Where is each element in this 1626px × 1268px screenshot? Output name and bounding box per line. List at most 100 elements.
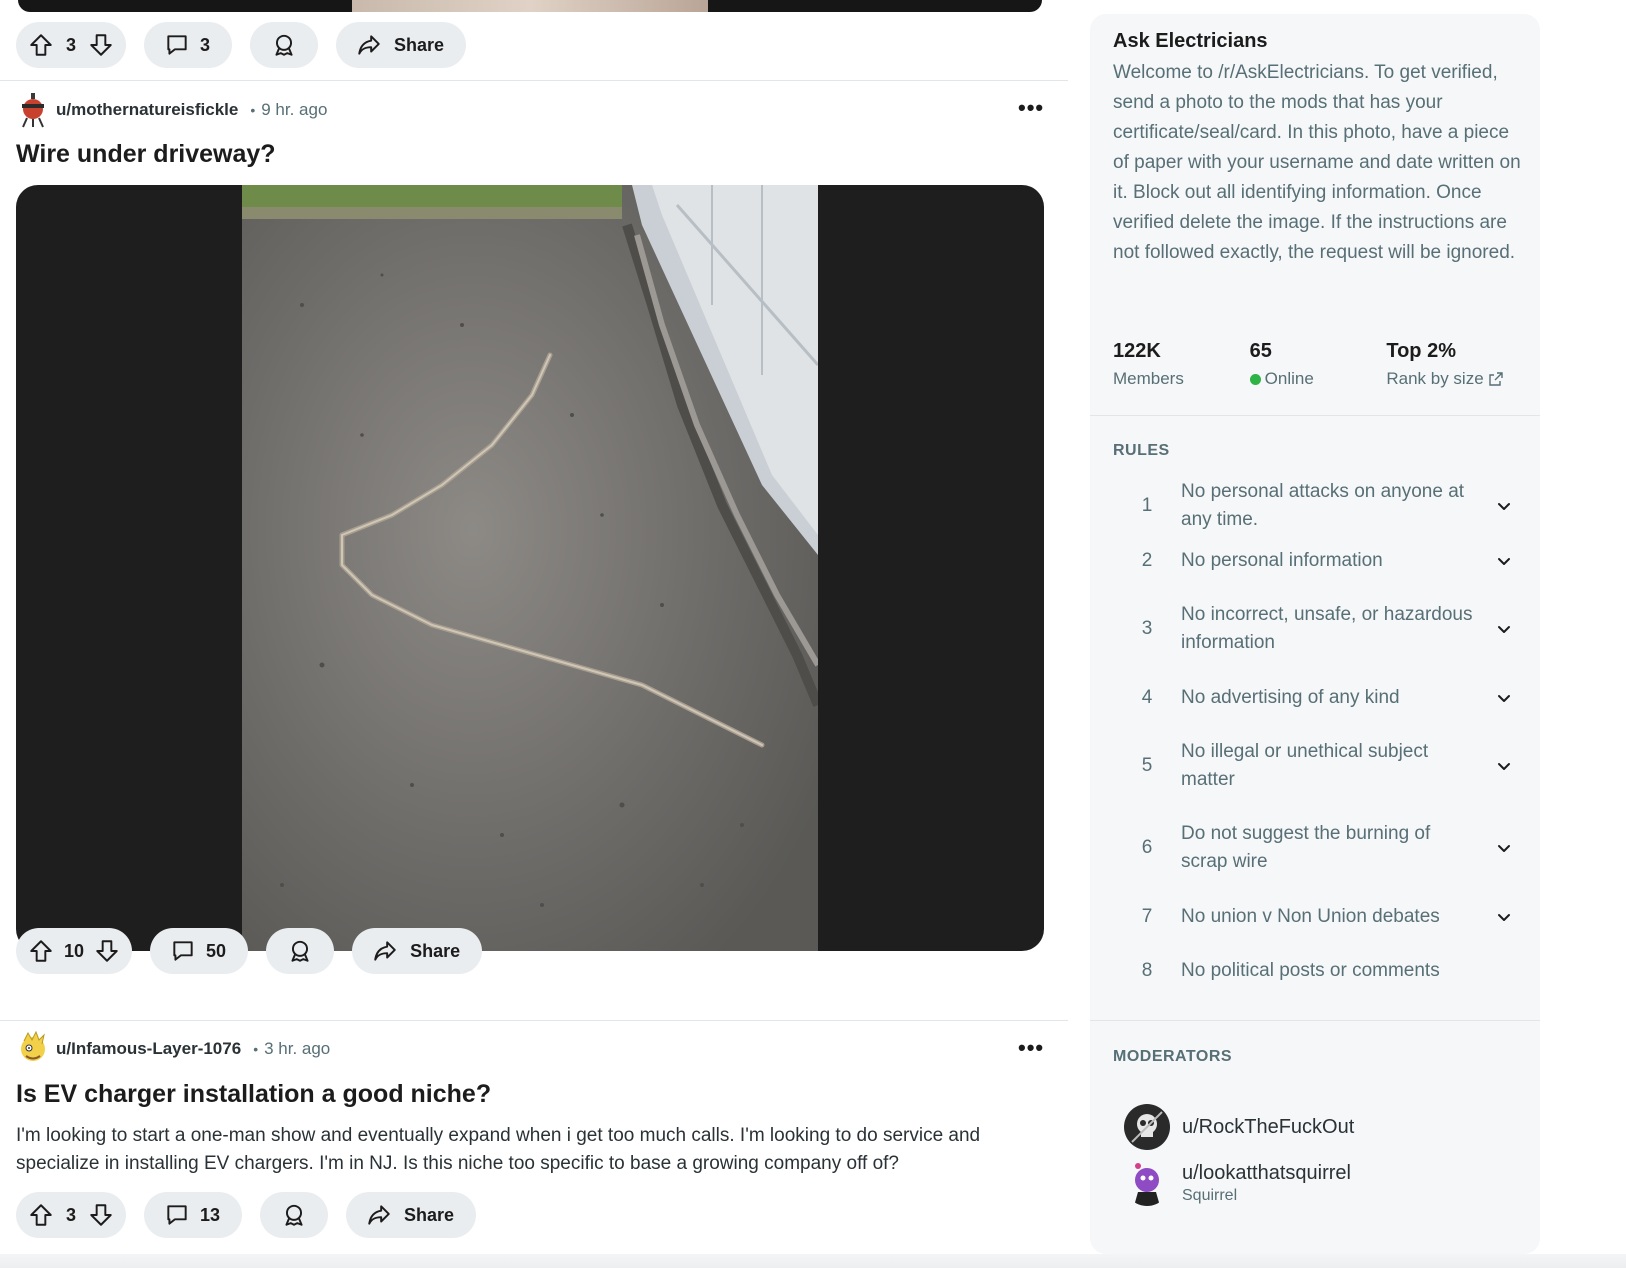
award-button[interactable] (260, 1192, 329, 1238)
members-label: Members (1113, 369, 1184, 388)
downvote-icon[interactable] (88, 32, 114, 58)
community-sidebar: Ask Electricians Welcome to /r/AskElectr… (1090, 14, 1540, 1254)
rank-value: Top 2% (1386, 340, 1456, 362)
chevron-down-icon[interactable] (1489, 546, 1519, 576)
rule-item[interactable]: 6 Do not suggest the burning of scrap wi… (1113, 820, 1523, 876)
upvote-icon[interactable] (28, 938, 54, 964)
members-count: 122K (1113, 340, 1161, 362)
share-icon (372, 938, 398, 964)
meta-separator: • (250, 102, 256, 118)
vote-count: 3 (65, 1204, 76, 1225)
rule-text: Do not suggest the burning of scrap wire (1181, 823, 1431, 872)
share-label: Share (394, 34, 445, 55)
post-author[interactable]: u/mothernatureisfickle (56, 100, 238, 120)
post-divider (0, 80, 1068, 81)
post-body[interactable]: I'm looking to start a one-man show and … (16, 1122, 1046, 1178)
online-indicator-icon (1249, 373, 1261, 385)
comment-count: 13 (200, 1204, 221, 1225)
vote-count: 10 (64, 940, 85, 961)
rule-item[interactable]: 1 No personal attacks on anyone at any t… (1113, 478, 1523, 534)
online-count: 65 (1249, 340, 1272, 362)
chevron-down-icon[interactable] (1489, 491, 1519, 521)
rule-item[interactable]: 7 No union v Non Union debates (1113, 902, 1523, 932)
award-button[interactable] (250, 22, 319, 68)
rule-item[interactable]: 4 No advertising of any kind (1113, 683, 1523, 713)
rule-number: 5 (1141, 755, 1153, 776)
squirrel-avatar-icon (1134, 1163, 1160, 1206)
moderator-name[interactable]: u/RockTheFuckOut (1182, 1116, 1354, 1139)
rule-item[interactable]: 3 No incorrect, unsafe, or hazardous inf… (1113, 601, 1523, 657)
post-time: 9 hr. ago (261, 100, 328, 119)
post-time: 3 hr. ago (264, 1039, 331, 1058)
comment-icon (170, 938, 196, 964)
downvote-icon[interactable] (88, 1202, 114, 1228)
rule-text: No political posts or comments (1181, 960, 1440, 981)
community-title: Ask Electricians (1113, 30, 1268, 52)
comment-icon (164, 32, 190, 58)
upvote-icon[interactable] (28, 1202, 54, 1228)
sidebar-divider (1090, 415, 1540, 416)
previous-post-media[interactable] (18, 0, 1042, 12)
rule-text: No incorrect, unsafe, or hazardous infor… (1181, 604, 1473, 653)
post-meta: u/mothernatureisfickle • 9 hr. ago (18, 92, 327, 128)
rule-number: 4 (1141, 687, 1153, 708)
more-options-icon[interactable]: ••• (1018, 97, 1044, 119)
comments-button[interactable]: 13 (144, 1192, 243, 1238)
share-icon (366, 1202, 392, 1228)
rule-item[interactable]: 8 No political posts or comments (1113, 957, 1523, 985)
moderator-avatar (1124, 1160, 1170, 1206)
character-avatar-icon (21, 1030, 45, 1061)
rule-text: No illegal or unethical subject matter (1181, 741, 1429, 790)
rule-text: No union v Non Union debates (1181, 906, 1440, 927)
vote-count: 3 (65, 34, 76, 55)
bbq-avatar-icon (22, 93, 44, 128)
community-stats: 122K Members 65 Online Top 2% Rank by si… (1113, 340, 1523, 389)
more-options-icon[interactable]: ••• (1018, 1037, 1044, 1059)
moderators-heading: MODERATORS (1113, 1048, 1233, 1065)
comments-button[interactable]: 3 (144, 22, 233, 68)
rule-text: No advertising of any kind (1181, 687, 1400, 708)
rank-stat[interactable]: Top 2% Rank by size (1386, 340, 1523, 389)
share-label: Share (410, 940, 461, 961)
chevron-down-icon[interactable] (1489, 833, 1519, 863)
chevron-down-icon[interactable] (1489, 683, 1519, 713)
rule-item[interactable]: 5 No illegal or unethical subject matter (1113, 738, 1523, 794)
author-avatar[interactable] (18, 1030, 48, 1067)
author-avatar[interactable] (18, 92, 48, 128)
community-description: Welcome to /r/AskElectricians. To get ve… (1113, 62, 1521, 263)
award-button[interactable] (266, 928, 335, 974)
feed: 3 3 Share u/mothernatureisfickle • 9 hr.… (0, 0, 1068, 1268)
post-action-bar: 3 13 Share (16, 1192, 477, 1238)
moderator-item[interactable]: u/lookatthatsquirrel Squirrel (1124, 1160, 1351, 1206)
award-icon (287, 938, 313, 964)
moderator-name[interactable]: u/lookatthatsquirrel (1182, 1162, 1351, 1185)
share-button[interactable]: Share (346, 1192, 477, 1238)
rule-item[interactable]: 2 No personal information (1113, 546, 1523, 576)
comments-button[interactable]: 50 (150, 928, 249, 974)
chevron-down-icon[interactable] (1489, 614, 1519, 644)
rule-number: 7 (1141, 906, 1153, 927)
post-media[interactable] (16, 185, 1044, 951)
post-meta: u/Infamous-Layer-1076 • 3 hr. ago (18, 1030, 331, 1067)
rule-number: 3 (1141, 618, 1153, 639)
post-title[interactable]: Is EV charger installation a good niche? (16, 1080, 491, 1109)
vote-control: 10 (16, 928, 133, 974)
rules-heading: RULES (1113, 442, 1170, 459)
post-divider (0, 1020, 1068, 1021)
upvote-icon[interactable] (28, 32, 54, 58)
vote-control: 3 (16, 22, 126, 68)
post-author[interactable]: u/Infamous-Layer-1076 (56, 1039, 241, 1059)
members-stat: 122K Members (1113, 340, 1250, 389)
chevron-down-icon[interactable] (1489, 902, 1519, 932)
moderator-item[interactable]: u/RockTheFuckOut (1124, 1104, 1354, 1150)
driveway-wire-image (242, 185, 818, 951)
post-title[interactable]: Wire under driveway? (16, 140, 276, 169)
comment-count: 3 (200, 34, 211, 55)
post-photo (242, 185, 818, 951)
share-button[interactable]: Share (352, 928, 483, 974)
downvote-icon[interactable] (94, 938, 120, 964)
chevron-down-icon[interactable] (1489, 751, 1519, 781)
skull-avatar-icon (1131, 1111, 1163, 1143)
rule-text: No personal information (1181, 550, 1383, 571)
share-button[interactable]: Share (336, 22, 467, 68)
